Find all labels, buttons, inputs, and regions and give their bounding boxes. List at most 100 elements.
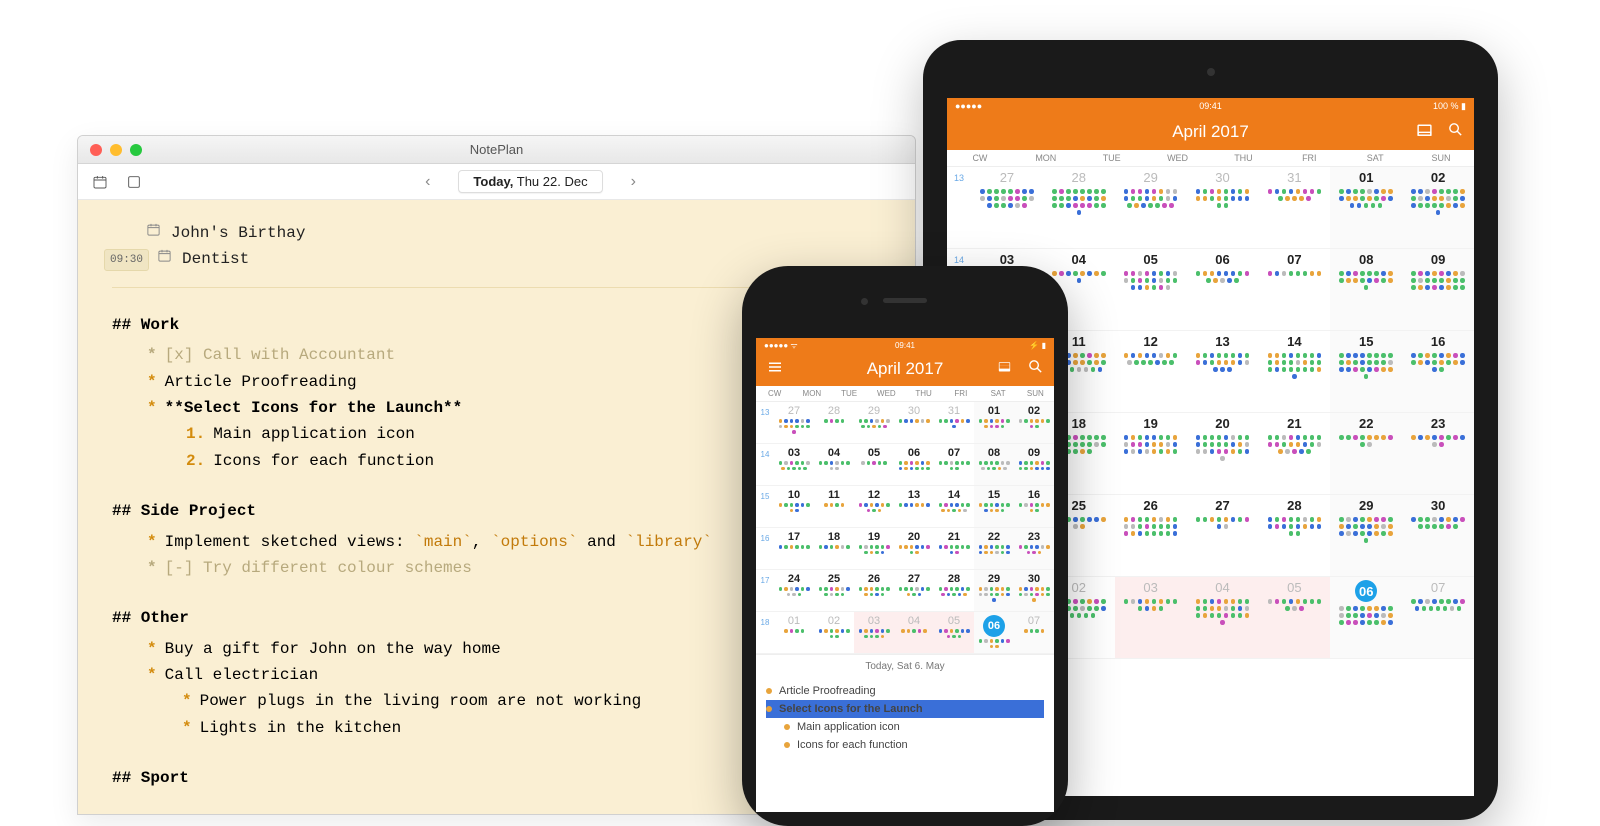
calendar-day[interactable]: 20 xyxy=(894,528,934,569)
calendar-day[interactable]: 16 xyxy=(1014,486,1054,527)
calendar-day[interactable]: 09 xyxy=(1014,444,1054,485)
today-icon[interactable] xyxy=(996,358,1013,380)
calendar-day[interactable]: 30 xyxy=(894,402,934,443)
iphone-device: ●●●●● ᯤ09:41⚡ ▮ April 2017 CWMONTUEWEDTH… xyxy=(742,266,1068,826)
calendar-day[interactable]: 22 xyxy=(1330,413,1402,494)
calendar-day[interactable]: 27 xyxy=(774,402,814,443)
calendar-day[interactable]: 05 xyxy=(1115,249,1187,330)
calendar-day[interactable]: 28 xyxy=(1258,495,1330,576)
calendar-day[interactable]: 04 xyxy=(894,612,934,653)
calendar-day[interactable]: 29 xyxy=(1115,167,1187,248)
today-icon[interactable] xyxy=(1416,121,1433,143)
bullet-icon xyxy=(784,724,790,730)
calendar-day[interactable]: 05 xyxy=(854,444,894,485)
bullet-icon xyxy=(766,706,772,712)
calendar-day[interactable]: 03 xyxy=(774,444,814,485)
calendar-day[interactable]: 11 xyxy=(814,486,854,527)
calendar-day[interactable]: 01 xyxy=(774,612,814,653)
calendar-day[interactable]: 31 xyxy=(1258,167,1330,248)
task-item[interactable]: Article Proofreading xyxy=(766,682,1044,700)
calendar-day[interactable]: 28 xyxy=(814,402,854,443)
calendar-day[interactable]: 26 xyxy=(1115,495,1187,576)
calendar-day[interactable]: 06 xyxy=(1330,577,1402,658)
calendar-day[interactable]: 03 xyxy=(854,612,894,653)
calendar-day[interactable]: 30 xyxy=(1187,167,1259,248)
calendar-day[interactable]: 13 xyxy=(1187,331,1259,412)
calendar-day[interactable]: 28 xyxy=(1043,167,1115,248)
calendar-day[interactable]: 29 xyxy=(974,570,1014,611)
calendar-grid[interactable]: CWMONTUEWEDTHUFRISATSUN13272829303101021… xyxy=(756,386,1054,654)
month-title: April 2017 xyxy=(1172,122,1249,142)
calendar-day[interactable]: 08 xyxy=(974,444,1014,485)
prev-day-button[interactable]: ‹ xyxy=(417,169,438,195)
task-item[interactable]: Main application icon xyxy=(766,718,1044,736)
search-icon[interactable] xyxy=(1027,358,1044,380)
calendar-day[interactable]: 05 xyxy=(934,612,974,653)
calendar-day[interactable]: 08 xyxy=(1330,249,1402,330)
calendar-day[interactable]: 03 xyxy=(1115,577,1187,658)
event-text: Dentist xyxy=(182,246,249,272)
calendar-day[interactable]: 31 xyxy=(934,402,974,443)
menu-icon[interactable] xyxy=(766,361,784,380)
month-title: April 2017 xyxy=(867,359,944,379)
calendar-day[interactable]: 25 xyxy=(814,570,854,611)
calendar-day[interactable]: 30 xyxy=(1014,570,1054,611)
next-day-button[interactable]: › xyxy=(623,169,644,195)
search-icon[interactable] xyxy=(1447,121,1464,143)
calendar-day[interactable]: 07 xyxy=(934,444,974,485)
calendar-day[interactable]: 01 xyxy=(1330,167,1402,248)
titlebar: NotePlan xyxy=(78,136,915,164)
calendar-day[interactable]: 04 xyxy=(814,444,854,485)
calendar-day[interactable]: 27 xyxy=(1187,495,1259,576)
calendar-day[interactable]: 07 xyxy=(1014,612,1054,653)
calendar-day[interactable]: 12 xyxy=(1115,331,1187,412)
window-title: NotePlan xyxy=(78,142,915,157)
statusbar: ●●●●● ᯤ09:41⚡ ▮ xyxy=(756,338,1054,352)
calendar-icon xyxy=(146,220,161,246)
calendar-day[interactable]: 23 xyxy=(1014,528,1054,569)
calendar-day[interactable]: 17 xyxy=(774,528,814,569)
calendar-day[interactable]: 02 xyxy=(1014,402,1054,443)
calendar-day[interactable]: 28 xyxy=(934,570,974,611)
calendar-day[interactable]: 05 xyxy=(1258,577,1330,658)
calendar-day[interactable]: 15 xyxy=(974,486,1014,527)
calendar-day[interactable]: 06 xyxy=(894,444,934,485)
calendar-day[interactable]: 22 xyxy=(974,528,1014,569)
calendar-day[interactable]: 18 xyxy=(814,528,854,569)
calendar-day[interactable]: 27 xyxy=(971,167,1043,248)
calendar-day[interactable]: 20 xyxy=(1187,413,1259,494)
note-icon[interactable] xyxy=(122,170,146,194)
calendar-day[interactable]: 14 xyxy=(934,486,974,527)
task-list[interactable]: Article ProofreadingSelect Icons for the… xyxy=(756,678,1054,758)
calendar-day[interactable]: 26 xyxy=(854,570,894,611)
calendar-day[interactable]: 06 xyxy=(1187,249,1259,330)
calendar-day[interactable]: 15 xyxy=(1330,331,1402,412)
calendar-day[interactable]: 30 xyxy=(1402,495,1474,576)
calendar-day[interactable]: 19 xyxy=(854,528,894,569)
date-picker[interactable]: Today, Thu 22. Dec xyxy=(458,170,602,193)
calendar-day[interactable]: 21 xyxy=(934,528,974,569)
calendar-icon[interactable] xyxy=(88,170,112,194)
calendar-day[interactable]: 14 xyxy=(1258,331,1330,412)
calendar-day[interactable]: 07 xyxy=(1402,577,1474,658)
task-item[interactable]: Icons for each function xyxy=(766,736,1044,754)
calendar-day[interactable]: 29 xyxy=(854,402,894,443)
calendar-day[interactable]: 01 xyxy=(974,402,1014,443)
task-item[interactable]: Select Icons for the Launch xyxy=(766,700,1044,718)
calendar-day[interactable]: 12 xyxy=(854,486,894,527)
calendar-day[interactable]: 04 xyxy=(1187,577,1259,658)
calendar-day[interactable]: 13 xyxy=(894,486,934,527)
calendar-day[interactable]: 16 xyxy=(1402,331,1474,412)
calendar-day[interactable]: 21 xyxy=(1258,413,1330,494)
calendar-day[interactable]: 06 xyxy=(974,612,1014,653)
calendar-day[interactable]: 24 xyxy=(774,570,814,611)
calendar-day[interactable]: 07 xyxy=(1258,249,1330,330)
calendar-day[interactable]: 23 xyxy=(1402,413,1474,494)
calendar-day[interactable]: 29 xyxy=(1330,495,1402,576)
calendar-day[interactable]: 10 xyxy=(774,486,814,527)
calendar-day[interactable]: 19 xyxy=(1115,413,1187,494)
calendar-day[interactable]: 02 xyxy=(1402,167,1474,248)
calendar-day[interactable]: 27 xyxy=(894,570,934,611)
calendar-day[interactable]: 02 xyxy=(814,612,854,653)
calendar-day[interactable]: 09 xyxy=(1402,249,1474,330)
